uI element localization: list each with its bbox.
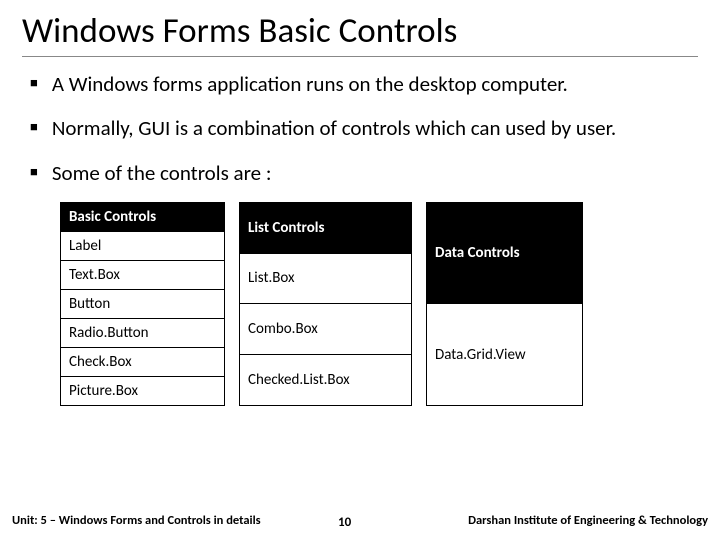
column-header: Data Controls bbox=[427, 202, 583, 304]
bullet-text: A Windows forms application runs on the … bbox=[52, 71, 568, 97]
table-cell: Checked.List.Box bbox=[240, 355, 412, 406]
table-cell: List.Box bbox=[240, 253, 412, 304]
bullet-list: ■ A Windows forms application runs on th… bbox=[22, 71, 698, 186]
table-cell: Check.Box bbox=[61, 347, 225, 376]
slide-footer: Unit: 5 – Windows Forms and Controls in … bbox=[0, 510, 720, 540]
data-controls-table: Data Controls Data.Grid.View bbox=[426, 202, 583, 406]
column-header: List Controls bbox=[240, 202, 412, 253]
list-controls-table: List Controls List.Box Combo.Box Checked… bbox=[239, 202, 412, 406]
bullet-text: Normally, GUI is a combination of contro… bbox=[52, 115, 616, 141]
slide-title: Windows Forms Basic Controls bbox=[22, 10, 698, 57]
bullet-item: ■ A Windows forms application runs on th… bbox=[30, 71, 698, 97]
table-cell: Button bbox=[61, 289, 225, 318]
page-number: 10 bbox=[338, 515, 351, 530]
slide: Windows Forms Basic Controls ■ A Windows… bbox=[0, 0, 720, 540]
bullet-item: ■ Normally, GUI is a combination of cont… bbox=[30, 115, 698, 141]
table-cell: Data.Grid.View bbox=[427, 304, 583, 406]
table-cell: Text.Box bbox=[61, 260, 225, 289]
basic-controls-table: Basic Controls Label Text.Box Button Rad… bbox=[60, 202, 225, 406]
institute-name: Darshan Institute of Engineering & Techn… bbox=[468, 513, 708, 528]
column-header: Basic Controls bbox=[61, 202, 225, 231]
square-bullet-icon: ■ bbox=[30, 160, 38, 186]
bullet-text: Some of the controls are : bbox=[52, 160, 272, 186]
table-cell: Label bbox=[61, 231, 225, 260]
bullet-item: ■ Some of the controls are : bbox=[30, 160, 698, 186]
square-bullet-icon: ■ bbox=[30, 115, 38, 141]
table-cell: Picture.Box bbox=[61, 376, 225, 405]
table-cell: Combo.Box bbox=[240, 304, 412, 355]
tables-container: Basic Controls Label Text.Box Button Rad… bbox=[60, 202, 698, 406]
table-cell: Radio.Button bbox=[61, 318, 225, 347]
unit-label: Unit: 5 – Windows Forms and Controls in … bbox=[12, 513, 261, 528]
square-bullet-icon: ■ bbox=[30, 71, 38, 97]
